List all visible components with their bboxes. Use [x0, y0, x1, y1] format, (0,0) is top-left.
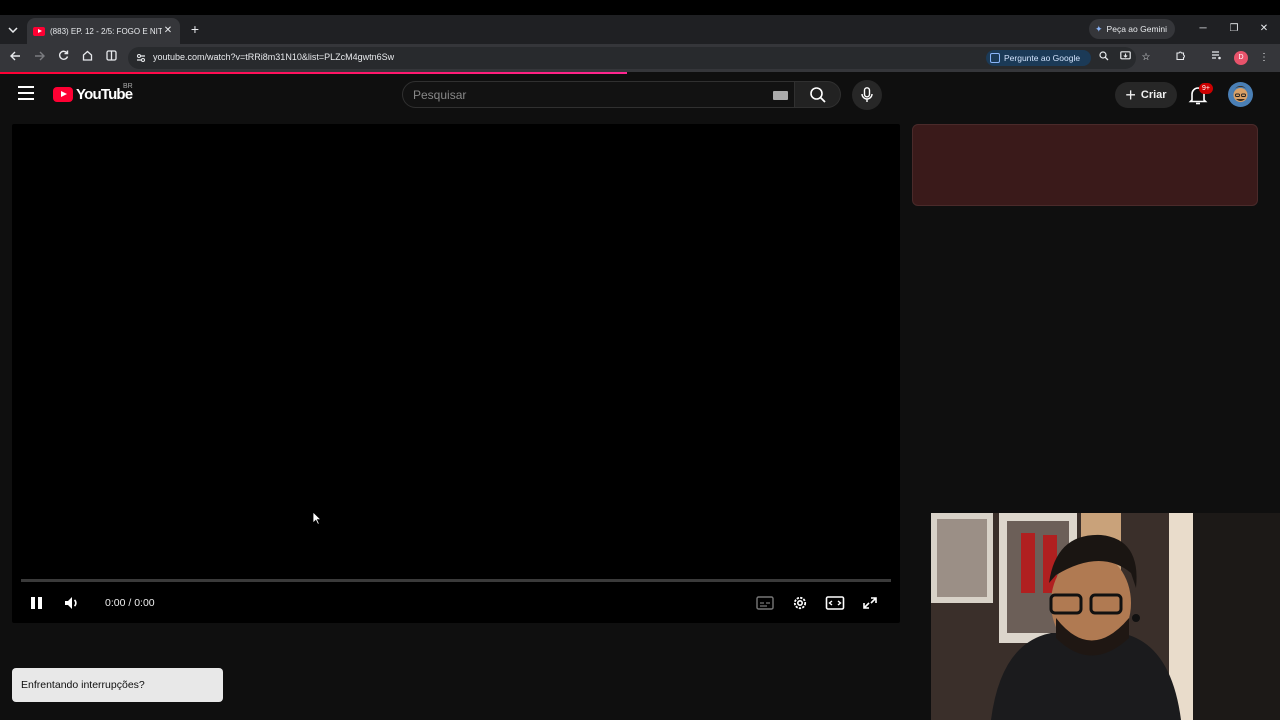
plus-icon: +	[1125, 85, 1136, 105]
top-strip	[0, 0, 1280, 15]
microphone-icon	[861, 87, 873, 102]
profile-avatar[interactable]: D	[1234, 51, 1248, 65]
page-loading-fill	[0, 72, 628, 74]
hamburger-menu-icon[interactable]	[18, 86, 34, 100]
theater-mode-icon	[825, 596, 845, 610]
reload-icon[interactable]	[55, 50, 71, 66]
create-label: Criar	[1140, 89, 1167, 101]
tab-close-icon[interactable]: ✕	[162, 25, 174, 37]
new-tab-button[interactable]: +	[188, 21, 202, 37]
webcam-person-image	[931, 513, 1280, 720]
interruption-toast[interactable]: Enfrentando interrupções?	[12, 668, 223, 702]
mouse-cursor-icon	[312, 511, 322, 525]
zoom-icon[interactable]	[1097, 51, 1111, 65]
avatar-face-icon	[1233, 86, 1248, 102]
time-display: 0:00 / 0:00	[105, 597, 155, 609]
keyboard-icon[interactable]	[773, 91, 788, 100]
ask-google-button[interactable]: Pergunte ao Google	[986, 50, 1091, 66]
notification-badge: 9+	[1199, 83, 1213, 94]
country-code: BR	[123, 83, 133, 90]
pause-icon	[31, 597, 42, 609]
gear-icon	[793, 596, 807, 610]
tab-title: (883) EP. 12 - 2/5: FOGO E NITR	[50, 26, 162, 36]
search-icon	[810, 87, 826, 103]
search-box	[402, 81, 795, 108]
video-player[interactable]: 0:00 / 0:00	[12, 124, 900, 623]
browser-menu-icon[interactable]: ⋮	[1256, 50, 1272, 66]
fullscreen-icon	[863, 597, 877, 609]
extensions-icon[interactable]	[1172, 50, 1188, 66]
address-bar-row: youtube.com/watch?v=tRRi8m31N10&list=PLZ…	[0, 44, 1280, 72]
youtube-logo[interactable]: YouTube	[53, 86, 133, 103]
install-app-icon[interactable]	[1118, 51, 1132, 65]
restore-icon[interactable]: ❐	[1226, 21, 1242, 37]
pause-button[interactable]	[27, 594, 49, 612]
voice-search-button[interactable]	[852, 80, 882, 110]
home-icon[interactable]	[79, 50, 95, 66]
settings-button[interactable]	[789, 594, 811, 612]
volume-icon	[65, 597, 77, 609]
back-arrow-icon[interactable]	[7, 50, 23, 66]
youtube-header: YouTube BR + Criar 9+	[0, 75, 1280, 115]
youtube-favicon-icon	[33, 26, 45, 36]
fullscreen-button[interactable]	[859, 594, 881, 612]
lens-icon	[990, 53, 1000, 63]
ask-google-label: Pergunte ao Google	[1004, 53, 1081, 63]
mute-button[interactable]	[62, 594, 84, 612]
chevron-down-icon	[8, 27, 18, 33]
sparkle-icon: ✦	[1095, 23, 1103, 34]
sidebar-banner	[912, 124, 1258, 206]
search-button[interactable]	[795, 81, 841, 108]
subtitles-icon	[756, 596, 774, 610]
search-input[interactable]	[413, 86, 753, 103]
media-control-icon[interactable]	[1208, 50, 1224, 66]
toast-text: Enfrentando interrupções?	[21, 679, 145, 691]
tab-bar: (883) EP. 12 - 2/5: FOGO E NITR ✕ + ✦ Pe…	[0, 15, 1280, 44]
tab-search-button[interactable]	[4, 21, 22, 39]
gemini-label: Peça ao Gemini	[1106, 24, 1168, 34]
subtitles-button[interactable]	[754, 594, 776, 612]
video-progress-bar[interactable]	[21, 579, 891, 582]
create-button[interactable]: + Criar	[1115, 82, 1177, 108]
webcam-overlay	[931, 513, 1280, 720]
omnibox[interactable]: youtube.com/watch?v=tRRi8m31N10&list=PLZ…	[128, 47, 1150, 69]
forward-arrow-icon[interactable]	[31, 50, 47, 66]
minimize-icon[interactable]: ─	[1195, 21, 1211, 37]
browser-tab-active[interactable]: (883) EP. 12 - 2/5: FOGO E NITR ✕	[27, 18, 180, 44]
site-settings-icon[interactable]	[135, 52, 147, 64]
bookmark-star-icon[interactable]: ☆	[1139, 51, 1153, 65]
theater-mode-button[interactable]	[824, 594, 846, 612]
url-text[interactable]: youtube.com/watch?v=tRRi8m31N10&list=PLZ…	[153, 52, 394, 62]
youtube-play-icon	[53, 87, 73, 102]
account-avatar[interactable]	[1228, 82, 1253, 107]
split-view-icon[interactable]	[103, 50, 119, 66]
close-window-icon[interactable]: ✕	[1256, 21, 1272, 37]
gemini-button[interactable]: ✦ Peça ao Gemini	[1089, 19, 1175, 39]
